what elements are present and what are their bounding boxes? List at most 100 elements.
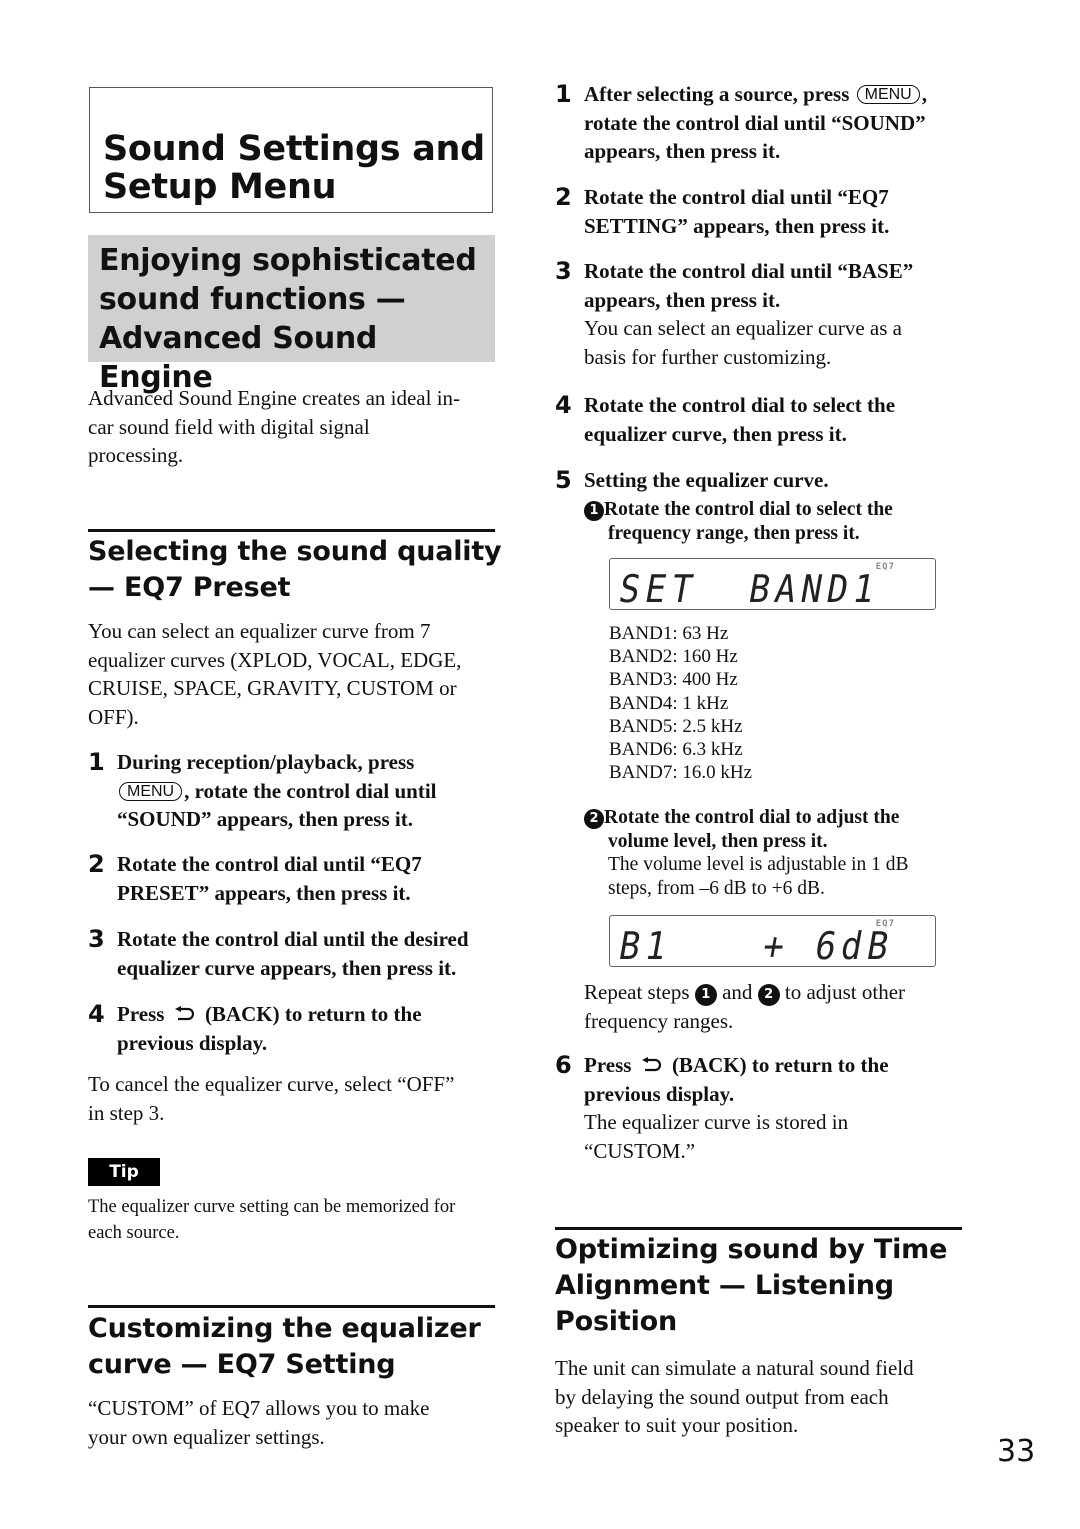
text-line: CRUISE, SPACE, GRAVITY, CUSTOM or: [88, 676, 457, 700]
step-note: “CUSTOM.”: [584, 1138, 696, 1163]
step-text: Press (BACK) to return to the previous d…: [584, 1051, 889, 1165]
text-line: The equalizer curve setting can be memor…: [88, 1197, 456, 1217]
text-line: , rotate the control dial until: [184, 778, 437, 803]
text-line: To cancel the equalizer curve, select “O…: [88, 1072, 455, 1096]
banner-title-line: Enjoying sophisticated: [99, 243, 477, 278]
repeat-note: Repeat steps 1 and 2 to adjust other fre…: [584, 978, 984, 1035]
text-line: During reception/playback, press: [117, 750, 415, 774]
cancel-note: To cancel the equalizer curve, select “O…: [88, 1070, 508, 1127]
title-line: Customizing the equalizer: [88, 1313, 481, 1344]
text-line: and: [722, 980, 753, 1004]
text-line: ,: [921, 82, 927, 106]
step-note: The equalizer curve is stored in: [584, 1110, 849, 1134]
text-line: Rotate the control dial to select the: [604, 499, 893, 520]
chapter-title-line: Setup Menu: [103, 167, 337, 207]
substep-1: 1 Rotate the control dial to select the f…: [584, 498, 984, 545]
title-line: Selecting the sound quality: [88, 536, 502, 567]
eq-preset-title: Selecting the sound quality — EQ7 Preset: [88, 534, 502, 606]
circled-number-icon: 2: [584, 809, 604, 829]
text-line: Rotate the control dial until the desire…: [117, 927, 469, 951]
title-line: Alignment — Listening: [555, 1270, 894, 1301]
eq-preset-step-1: 1 During reception/playback, press MENU,…: [88, 748, 508, 838]
step-number: 4: [555, 391, 572, 419]
text-line: car sound field with digital signal: [88, 414, 370, 439]
chapter-title-line: Sound Settings and: [103, 129, 485, 169]
section-banner-title: Enjoying sophisticated sound functions —…: [99, 241, 495, 397]
band-item: BAND6: 6.3 kHz: [609, 739, 743, 761]
menu-key-icon: MENU: [856, 85, 920, 104]
eq-setting-title: Customizing the equalizer curve — EQ7 Se…: [88, 1311, 481, 1383]
text-line: each source.: [88, 1222, 180, 1243]
substep-2: 2 Rotate the control dial to adjust the v…: [584, 806, 984, 900]
text-line: previous display.: [584, 1081, 735, 1106]
band-item: BAND7: 16.0 kHz: [609, 762, 753, 784]
text-line: frequency range, then press it.: [608, 522, 860, 544]
section-divider: [88, 1305, 495, 1308]
section-banner: Enjoying sophisticated sound functions —…: [88, 235, 495, 395]
time-alignment-intro: The unit can simulate a natural sound fi…: [555, 1354, 975, 1440]
text-line: “CUSTOM” of EQ7 allows you to make: [88, 1396, 430, 1420]
eq7-indicator-icon: EQ7: [875, 562, 895, 572]
text-line: After selecting a source, press: [584, 82, 850, 106]
band-item: BAND5: 2.5 kHz: [609, 715, 743, 737]
text-line: rotate the control dial until “SOUND”: [584, 110, 926, 135]
text-line: You can select an equalizer curve from 7: [88, 619, 431, 643]
step-text: After selecting a source, press MENU, ro…: [584, 80, 927, 166]
step-text: Press (BACK) to return to the previous d…: [117, 1000, 422, 1057]
text-line: speaker to suit your position.: [555, 1413, 799, 1437]
eq-setting-step-1: 1 After selecting a source, press MENU, …: [555, 80, 985, 170]
text-line: by delaying the sound output from each: [555, 1384, 889, 1409]
eq-setting-step-6: 6 Press (BACK) to return to the previous…: [555, 1051, 975, 1171]
step-number: 5: [555, 466, 572, 494]
step-number: 2: [88, 850, 105, 878]
step-text: Rotate the control dial until “BASE” app…: [584, 257, 913, 371]
text-line: in step 3.: [88, 1100, 165, 1125]
text-line: equalizer curves (XPLOD, VOCAL, EDGE,: [88, 647, 462, 672]
text-line: Rotate the control dial until “EQ7: [117, 852, 422, 876]
eq-preset-step-2: 2 Rotate the control dial until “EQ7 PRE…: [88, 850, 508, 910]
step-number: 1: [555, 80, 572, 108]
step-number: 3: [555, 257, 572, 285]
eq-setting-step-3: 3 Rotate the control dial until “BASE” a…: [555, 257, 975, 377]
section-divider: [555, 1227, 962, 1230]
title-line: Optimizing sound by Time: [555, 1234, 948, 1265]
text-line: processing.: [88, 443, 184, 467]
band-item: BAND2: 160 Hz: [609, 646, 738, 668]
tip-badge: Tip: [88, 1158, 160, 1186]
step-note: basis for further customizing.: [584, 344, 832, 369]
text-line: equalizer curve, then press it.: [584, 421, 847, 446]
text-line: to adjust other: [784, 980, 906, 1004]
text-line: appears, then press it.: [584, 139, 781, 163]
circled-number-icon: 2: [757, 984, 780, 1006]
text-line: Advanced Sound Engine creates an ideal i…: [88, 386, 461, 410]
section-divider: [88, 529, 495, 532]
lcd-text: + 6dB: [759, 924, 898, 968]
text-line: Rotate the control dial until “BASE”: [584, 259, 914, 283]
eq-setting-step-2: 2 Rotate the control dial until “EQ7 SET…: [555, 183, 975, 243]
title-line: Position: [555, 1306, 677, 1337]
step-number: 6: [555, 1051, 572, 1079]
chapter-title: Sound Settings and Setup Menu: [103, 130, 485, 206]
step-number: 1: [88, 748, 105, 776]
text-line: equalizer curve appears, then press it.: [117, 955, 457, 980]
step-text: Rotate the control dial to select the eq…: [584, 391, 895, 448]
text-line: PRESET” appears, then press it.: [117, 880, 411, 905]
lcd-text: SET BAND1: [615, 567, 884, 611]
text-line: previous display.: [117, 1030, 268, 1055]
text-line: your own equalizer settings.: [88, 1424, 325, 1449]
step-note: You can select an equalizer curve as a: [584, 316, 902, 340]
step-text: Setting the equalizer curve.: [584, 468, 829, 492]
text-line: steps, from –6 dB to +6 dB.: [608, 877, 825, 899]
text-line: (BACK) to return to the: [204, 1002, 422, 1026]
step-text: During reception/playback, press MENU, r…: [117, 748, 437, 834]
band-item: BAND1: 63 Hz: [609, 623, 729, 644]
eq-setting-step-4: 4 Rotate the control dial to select the …: [555, 391, 975, 451]
eq-preset-step-3: 3 Rotate the control dial until the desi…: [88, 925, 508, 985]
step-text: Rotate the control dial until “EQ7 SETTI…: [584, 183, 889, 240]
eq-setting-intro: “CUSTOM” of EQ7 allows you to make your …: [88, 1394, 508, 1451]
band-item: BAND3: 400 Hz: [609, 669, 738, 691]
text-line: “SOUND” appears, then press it.: [117, 807, 413, 831]
step-number: 3: [88, 925, 105, 953]
text-line: Press: [584, 1053, 632, 1077]
title-line: curve — EQ7 Setting: [88, 1349, 396, 1380]
